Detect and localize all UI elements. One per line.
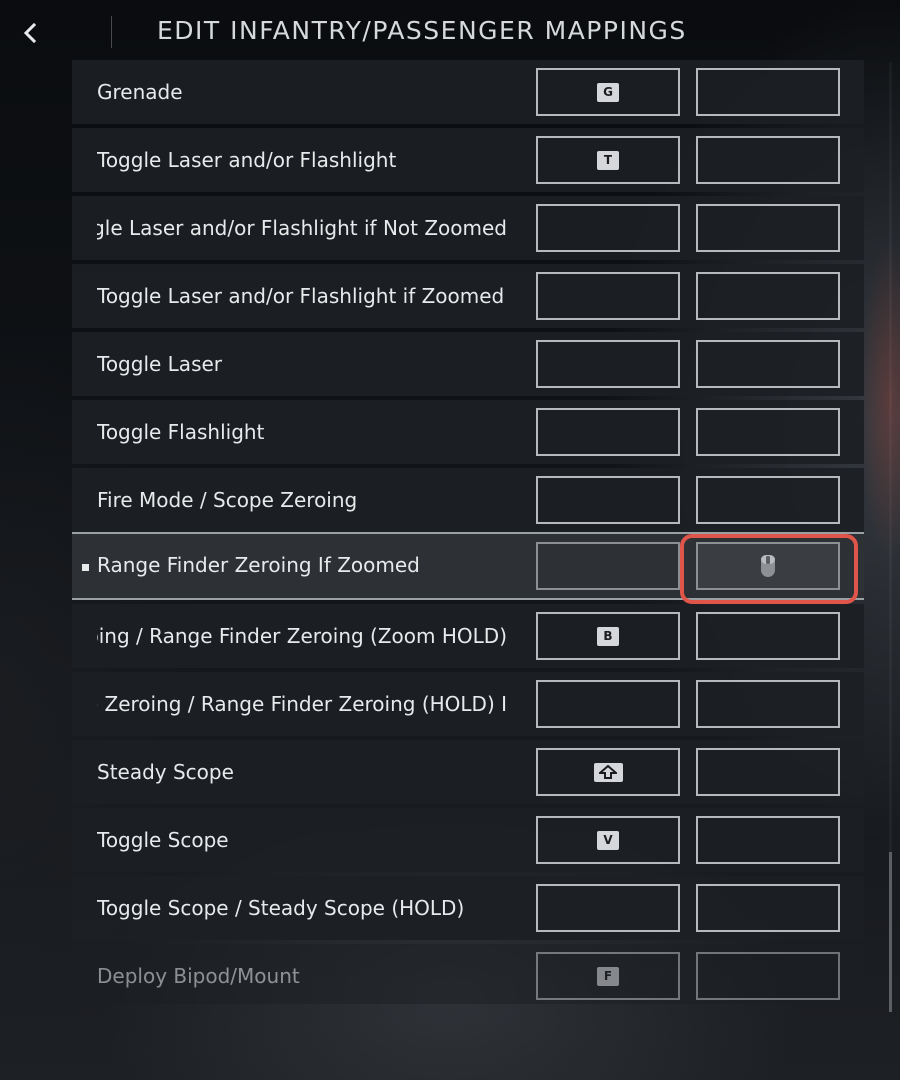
header: EDIT INFANTRY/PASSENGER MAPPINGS [0, 0, 900, 62]
mapping-row-toggle-scope[interactable]: Toggle Scope V [72, 808, 864, 872]
secondary-binding-slot[interactable] [696, 136, 840, 184]
mapping-row-toggle-laser[interactable]: Toggle Laser [72, 332, 864, 396]
secondary-binding-slot[interactable] [696, 340, 840, 388]
secondary-binding-slot[interactable] [696, 884, 840, 932]
action-label: Range Finder Zeroing If Zoomed [97, 553, 420, 577]
mapping-row-toggle-laser-flashlight[interactable]: Toggle Laser and/or Flashlight T [72, 128, 864, 192]
mapping-row-deploy-bipod-mount[interactable]: Deploy Bipod/Mount F [72, 944, 864, 1004]
mapping-row-steady-scope[interactable]: Steady Scope [72, 740, 864, 804]
key-badge-t: T [597, 150, 619, 170]
action-label: Deploy Bipod/Mount [97, 964, 300, 988]
secondary-binding-slot[interactable] [696, 542, 840, 590]
secondary-binding-slot[interactable] [696, 408, 840, 456]
action-label: Toggle Laser and/or Flashlight [97, 148, 397, 172]
mappings-list: Grenade G Toggle Laser and/or Flashlight… [72, 60, 864, 1004]
action-label: Fire Mode / Scope Zeroing [97, 488, 358, 512]
mappings-screen: EDIT INFANTRY/PASSENGER MAPPINGS Grenade… [0, 0, 900, 1080]
key-badge-b: B [597, 626, 619, 646]
secondary-binding-slot[interactable] [696, 816, 840, 864]
primary-binding-slot[interactable] [536, 204, 680, 252]
mapping-row-scope-zeroing-zoom-hold[interactable]: Scope Zeroing / Range Finder Zeroing (Zo… [72, 604, 864, 668]
secondary-binding-slot[interactable] [696, 272, 840, 320]
primary-binding-slot[interactable] [536, 272, 680, 320]
primary-binding-slot[interactable] [536, 542, 680, 590]
primary-binding-slot[interactable]: T [536, 136, 680, 184]
action-label: Toggle Laser and/or Flashlight if Zoomed [97, 284, 505, 308]
action-label: Toggle Scope / Steady Scope (HOLD) [97, 896, 465, 920]
back-button[interactable] [10, 14, 50, 52]
mapping-row-scope-zeroing-hold[interactable]: Scope Zeroing / Range Finder Zeroing (HO… [72, 672, 864, 736]
action-label: Steady Scope [97, 760, 234, 784]
action-label: Scope Zeroing / Range Finder Zeroing (Zo… [97, 604, 507, 668]
shift-key-icon [593, 762, 623, 782]
primary-binding-slot[interactable] [536, 884, 680, 932]
secondary-binding-slot[interactable] [696, 612, 840, 660]
mouse-middle-button-icon [761, 555, 775, 577]
key-badge-f: F [597, 966, 619, 986]
action-label: Scope Zeroing / Range Finder Zeroing (HO… [97, 672, 507, 736]
primary-binding-slot[interactable] [536, 748, 680, 796]
secondary-binding-slot[interactable] [696, 952, 840, 1000]
mapping-row-toggle-flashlight[interactable]: Toggle Flashlight [72, 400, 864, 464]
primary-binding-slot[interactable]: V [536, 816, 680, 864]
action-label: Toggle Laser and/or Flashlight if Not Zo… [97, 196, 507, 260]
mapping-row-toggle-scope-steady-hold[interactable]: Toggle Scope / Steady Scope (HOLD) [72, 876, 864, 940]
secondary-binding-slot[interactable] [696, 204, 840, 252]
chevron-left-icon [23, 22, 37, 44]
primary-binding-slot[interactable]: G [536, 68, 680, 116]
primary-binding-slot[interactable] [536, 340, 680, 388]
action-label-text: Scope Zeroing / Range Finder Zeroing (Zo… [97, 624, 507, 648]
background-art [860, 240, 900, 560]
action-label: Grenade [97, 80, 183, 104]
selection-marker [82, 564, 89, 571]
secondary-binding-slot[interactable] [696, 748, 840, 796]
primary-binding-slot[interactable] [536, 408, 680, 456]
primary-binding-slot[interactable]: B [536, 612, 680, 660]
mapping-row-toggle-laser-flashlight-zoomed[interactable]: Toggle Laser and/or Flashlight if Zoomed [72, 264, 864, 328]
primary-binding-slot[interactable]: F [536, 952, 680, 1000]
secondary-binding-slot[interactable] [696, 476, 840, 524]
mapping-row-grenade[interactable]: Grenade G [72, 60, 864, 124]
key-badge-v: V [597, 830, 619, 850]
primary-binding-slot[interactable] [536, 476, 680, 524]
action-label: Toggle Scope [97, 828, 229, 852]
secondary-binding-slot[interactable] [696, 680, 840, 728]
mapping-row-range-finder-zeroing-zoomed[interactable]: Range Finder Zeroing If Zoomed [72, 532, 864, 600]
mapping-row-toggle-laser-flashlight-not-zoomed[interactable]: Toggle Laser and/or Flashlight if Not Zo… [72, 196, 864, 260]
key-badge-g: G [597, 82, 619, 102]
secondary-binding-slot[interactable] [696, 68, 840, 116]
scrollbar-thumb[interactable] [889, 852, 892, 1012]
primary-binding-slot[interactable] [536, 680, 680, 728]
action-label: Toggle Flashlight [97, 420, 265, 444]
page-title: EDIT INFANTRY/PASSENGER MAPPINGS [157, 16, 687, 45]
mapping-row-fire-mode-scope-zeroing[interactable]: Fire Mode / Scope Zeroing [72, 468, 864, 532]
action-label: Toggle Laser [97, 352, 223, 376]
header-divider [111, 16, 112, 48]
action-label-text: Toggle Laser and/or Flashlight if Not Zo… [97, 216, 507, 240]
action-label-text: Scope Zeroing / Range Finder Zeroing (HO… [97, 692, 507, 716]
